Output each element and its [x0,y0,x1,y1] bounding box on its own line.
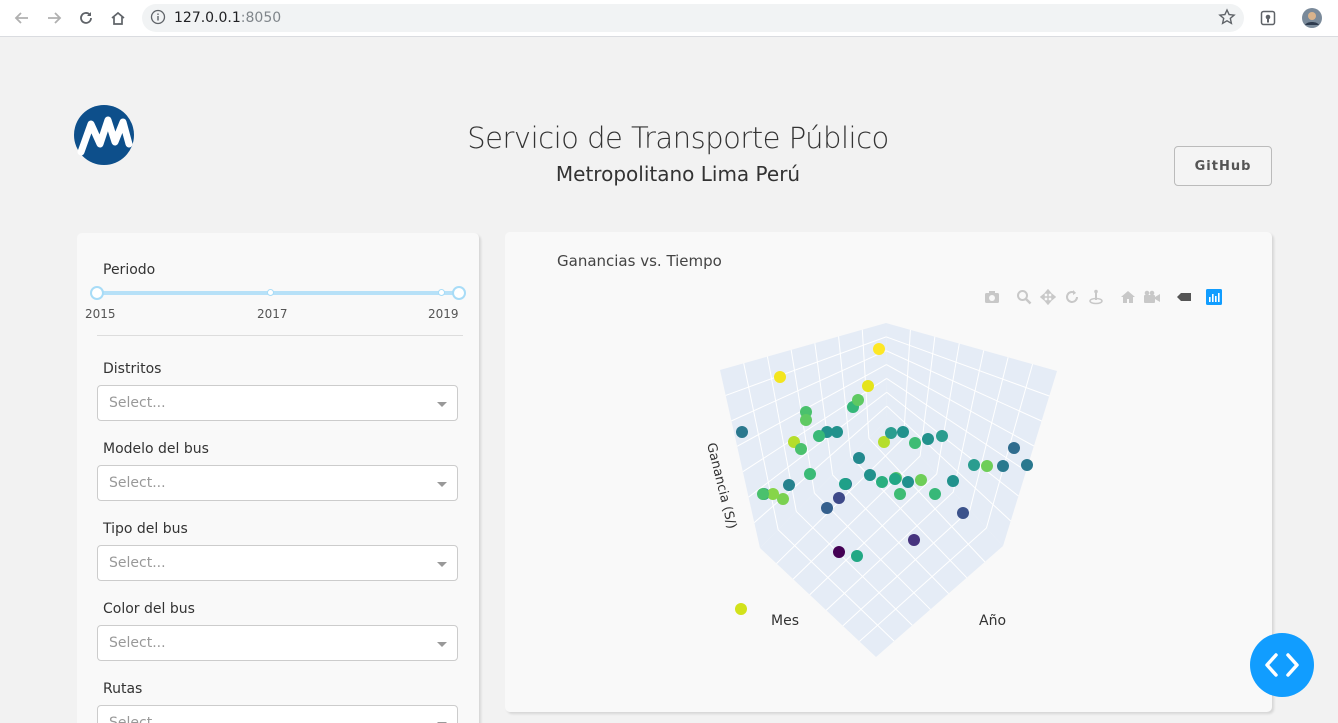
scatter-point[interactable] [894,488,906,500]
period-tick: 2019 [428,307,459,321]
scatter-point[interactable] [821,502,833,514]
url-text: 127.0.0.1:8050 [174,10,281,26]
bus-type-dropdown[interactable]: Select... [97,545,458,581]
scatter-point[interactable] [1008,442,1020,454]
extension-icon[interactable] [1256,6,1280,30]
profile-avatar-icon[interactable] [1300,6,1324,30]
scatter-point[interactable] [851,550,863,562]
address-bar[interactable]: 127.0.0.1:8050 [142,4,1244,32]
scatter-point[interactable] [885,427,897,439]
scatter-point[interactable] [813,430,825,442]
github-button[interactable]: GitHub [1174,146,1272,186]
period-slider-end-handle[interactable] [452,286,466,300]
scatter-point[interactable] [957,507,969,519]
scatter-point[interactable] [902,476,914,488]
period-tick: 2015 [85,307,116,321]
scatter3d-plot[interactable]: Ganancia (S/) Mes Año [505,232,1272,712]
forward-icon[interactable] [42,6,66,30]
districts-placeholder: Select... [109,395,166,411]
bus-model-placeholder: Select... [109,475,166,491]
scatter-point[interactable] [929,488,941,500]
url-port: :8050 [240,10,282,26]
period-tick: 2017 [257,307,288,321]
period-label: Periodo [103,262,156,278]
scatter-point[interactable] [853,452,865,464]
period-slider-start-handle[interactable] [90,286,104,300]
scatter-point[interactable] [831,426,843,438]
chevron-down-icon [437,402,447,407]
scatter-point[interactable] [997,460,1009,472]
scatter-point[interactable] [947,475,959,487]
filters-panel: Periodo 2015 2017 2019 Distritos Select.… [77,233,479,723]
scatter-point[interactable] [800,414,812,426]
scatter-point[interactable] [783,479,795,491]
z-axis-label: Ganancia (S/) [703,441,739,530]
x-axis-label: Mes [771,613,799,629]
home-page-icon[interactable] [106,6,130,30]
dash-devtools-button[interactable] [1250,633,1314,697]
period-slider-mark-2017 [267,289,274,296]
scatter-point[interactable] [876,476,888,488]
bookmark-star-icon[interactable] [1218,8,1236,31]
bus-color-label: Color del bus [103,601,195,617]
period-slider-track[interactable] [97,291,459,295]
scatter-point[interactable] [795,443,807,455]
scatter-point[interactable] [889,473,901,485]
scatter-point[interactable] [873,343,885,355]
scatter-point[interactable] [968,459,980,471]
routes-label: Rutas [103,681,143,697]
scatter-point[interactable] [922,433,934,445]
bus-model-dropdown[interactable]: Select... [97,465,458,501]
scatter-point[interactable] [908,534,920,546]
scatter-point[interactable] [864,469,876,481]
scatter-point[interactable] [774,371,786,383]
scatter-point[interactable] [909,437,921,449]
url-host: 127.0.0.1 [174,10,241,26]
back-icon[interactable] [10,6,34,30]
scatter-point[interactable] [736,426,748,438]
bus-model-label: Modelo del bus [103,441,209,457]
bus-type-placeholder: Select... [109,555,166,571]
scatter-point[interactable] [897,426,909,438]
reload-icon[interactable] [74,6,98,30]
chevron-down-icon [437,482,447,487]
bus-color-placeholder: Select... [109,635,166,651]
divider [97,335,463,336]
scatter-point[interactable] [852,394,864,406]
districts-dropdown[interactable]: Select... [97,385,458,421]
scatter-point[interactable] [839,478,851,490]
code-icon [1265,653,1299,677]
scatter-point[interactable] [915,474,927,486]
metropolitano-logo [73,104,135,166]
scatter-point[interactable] [833,492,845,504]
scatter-point[interactable] [936,430,948,442]
y-axis-label: Año [979,613,1006,629]
chart-panel: Ganancias vs. Tiempo Ganancia (S/) Mes A… [505,232,1272,712]
routes-dropdown[interactable]: Select... [97,705,458,723]
scatter-point[interactable] [757,488,769,500]
page-title: Servicio de Transporte Público [467,121,889,155]
chevron-down-icon [437,562,447,567]
bus-type-label: Tipo del bus [103,521,188,537]
scatter-point[interactable] [804,468,816,480]
bus-color-dropdown[interactable]: Select... [97,625,458,661]
routes-placeholder: Select... [109,715,166,723]
scatter-point[interactable] [862,380,874,392]
info-icon[interactable] [150,9,166,30]
browser-toolbar: 127.0.0.1:8050 [0,0,1338,37]
scatter-point[interactable] [735,603,747,615]
chevron-down-icon [437,642,447,647]
period-slider-mark-2019 [438,289,445,296]
scatter-point[interactable] [1021,459,1033,471]
scatter-point[interactable] [981,460,993,472]
districts-label: Distritos [103,361,162,377]
page-subtitle: Metropolitano Lima Perú [555,162,801,186]
scatter-point[interactable] [833,546,845,558]
